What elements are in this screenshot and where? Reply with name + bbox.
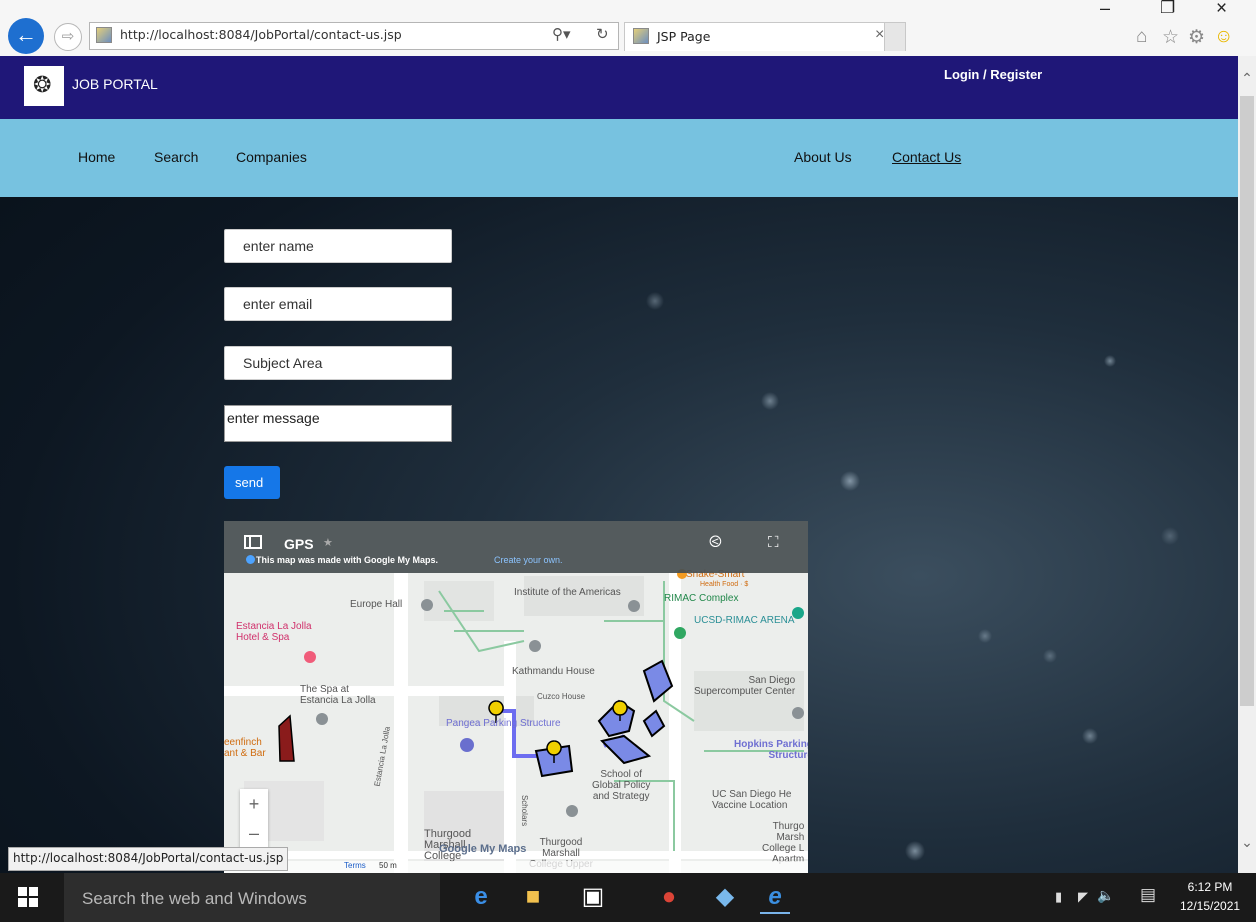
map-label: UC San Diego He Vaccine Location xyxy=(712,789,792,811)
map-label: Hopkins Parking Structure xyxy=(734,739,808,761)
store-icon[interactable]: ▣ xyxy=(578,882,608,912)
file-explorer-icon[interactable]: ■ xyxy=(518,882,548,912)
home-icon[interactable]: ⌂ xyxy=(1136,26,1147,48)
map-label: UCSD-RIMAC ARENA xyxy=(694,615,795,626)
embedded-map[interactable]: Institute of the Americas Europe Hall Es… xyxy=(224,521,808,873)
search-icon[interactable]: ⚲▾ xyxy=(552,25,571,43)
map-label: Institute of the Americas xyxy=(514,587,621,598)
edge-icon[interactable]: e xyxy=(466,882,496,912)
nav-companies[interactable]: Companies xyxy=(236,149,307,165)
map-label: Health Food · $ xyxy=(700,581,749,588)
map-label: Kathmandu House xyxy=(512,666,595,677)
internet-explorer-icon[interactable]: e xyxy=(760,882,790,914)
page-favicon-icon xyxy=(96,27,112,43)
nav-home[interactable]: Home xyxy=(78,149,115,165)
page-viewport: ❂ JOB PORTAL Login / Register Home Searc… xyxy=(0,56,1238,873)
minimize-icon[interactable]: – xyxy=(1100,0,1110,19)
map-label: Cuzco House xyxy=(537,692,586,701)
logo-icon: ❂ xyxy=(33,72,52,97)
message-textarea[interactable]: enter message xyxy=(224,405,452,442)
map-label: eenfinch ant & Bar xyxy=(224,737,266,759)
map-label: RIMAC Complex xyxy=(664,593,739,604)
map-scale: 50 m xyxy=(379,861,397,870)
message-placeholder: enter message xyxy=(227,410,320,426)
scroll-down-icon[interactable]: ⌄ xyxy=(1238,834,1256,852)
map-label: San Diego Supercomputer Center xyxy=(694,675,796,697)
window-close-icon[interactable]: × xyxy=(1216,0,1227,20)
login-register-link[interactable]: Login / Register xyxy=(944,67,1042,82)
scroll-up-icon[interactable]: ⌃ xyxy=(1238,70,1256,88)
email-input[interactable]: enter email xyxy=(224,287,452,321)
subject-placeholder: Subject Area xyxy=(243,355,323,371)
send-label: send xyxy=(235,475,264,490)
new-tab-button[interactable] xyxy=(884,22,906,51)
share-icon[interactable]: ⧀ xyxy=(709,534,722,552)
map-label: Scholars xyxy=(520,794,530,827)
close-icon[interactable]: × xyxy=(875,26,884,44)
subject-input[interactable]: Subject Area xyxy=(224,346,452,380)
map-label: Thurgo Marsh College L Apartm xyxy=(762,821,805,865)
star-icon[interactable]: ☆ xyxy=(1162,26,1179,49)
clock-date[interactable]: 12/15/2021 xyxy=(1180,899,1240,913)
gear-icon[interactable]: ⚙ xyxy=(1188,26,1205,49)
send-button[interactable]: send xyxy=(224,466,280,499)
windows-start-icon[interactable] xyxy=(18,887,38,907)
clock-time[interactable]: 6:12 PM xyxy=(1180,880,1240,894)
status-bar-url: http://localhost:8084/JobPortal/contact-… xyxy=(8,847,289,871)
restore-icon[interactable]: ❐ xyxy=(1160,0,1175,18)
nav-search[interactable]: Search xyxy=(154,149,198,165)
back-icon[interactable]: ← xyxy=(8,18,44,54)
map-header: GPS ★ This map was made with Google My M… xyxy=(224,521,808,573)
taskbar-search-text: Search the web and Windows xyxy=(82,889,307,908)
create-map-link[interactable]: Create your own. xyxy=(494,555,563,565)
map-title: GPS xyxy=(284,536,314,552)
map-subtitle: This map was made with Google My Maps. xyxy=(256,555,439,565)
name-placeholder: enter name xyxy=(243,238,314,254)
nav-contact-us[interactable]: Contact Us xyxy=(892,149,961,165)
forward-icon[interactable]: ⇨ xyxy=(54,23,82,51)
navbar: Home Search Companies About Us Contact U… xyxy=(0,119,1238,197)
sidebar-toggle-icon[interactable] xyxy=(244,535,262,549)
taskbar-search-box[interactable]: Search the web and Windows xyxy=(64,873,440,922)
zoom-in-button[interactable]: + xyxy=(240,789,268,819)
address-bar[interactable]: http://localhost:8084/JobPortal/contact-… xyxy=(89,22,619,50)
scroll-thumb[interactable] xyxy=(1240,96,1254,706)
brand-name[interactable]: JOB PORTAL xyxy=(72,76,158,92)
map-footer: Terms 50 m xyxy=(224,861,808,873)
map-label: Pangea Parking Structure xyxy=(446,718,561,729)
google-logo: Google My Maps xyxy=(439,843,527,855)
zoom-out-button[interactable]: – xyxy=(240,819,268,849)
browser-tab[interactable]: JSP Page × xyxy=(624,22,906,51)
map-label: School of Global Policy and Strategy xyxy=(592,769,651,802)
notification-icon[interactable]: ▤ xyxy=(1140,885,1156,905)
site-header: ❂ JOB PORTAL Login / Register xyxy=(0,56,1238,119)
tab-favicon-icon xyxy=(633,28,649,44)
wifi-icon[interactable]: ◤ xyxy=(1078,889,1088,905)
info-icon xyxy=(246,555,255,564)
map-terms-link[interactable]: Terms xyxy=(344,861,366,870)
virtualbox-icon[interactable]: ◆ xyxy=(710,882,740,912)
map-label: The Spa at Estancia La Jolla xyxy=(300,684,376,706)
name-input[interactable]: enter name xyxy=(224,229,452,263)
volume-icon[interactable]: 🔈 xyxy=(1097,887,1114,904)
map-label: Europe Hall xyxy=(350,599,403,610)
chrome-icon[interactable]: ● xyxy=(654,882,684,912)
vertical-scrollbar[interactable]: ⌃ ⌄ xyxy=(1238,56,1256,873)
fullscreen-icon[interactable]: ⛶ xyxy=(768,534,779,551)
address-url[interactable]: http://localhost:8084/JobPortal/contact-… xyxy=(120,27,402,42)
refresh-icon[interactable]: ↻ xyxy=(596,25,609,43)
map-zoom-controls: + – xyxy=(240,789,268,849)
smiley-icon[interactable]: ☺ xyxy=(1214,26,1233,48)
email-placeholder: enter email xyxy=(243,296,313,312)
taskbar: Search the web and Windows e ■ ▣ ● ◆ e ▮… xyxy=(0,873,1256,922)
star-icon[interactable]: ★ xyxy=(323,536,333,549)
nav-about-us[interactable]: About Us xyxy=(794,149,852,165)
map-label: Estancia La Jolla Hotel & Spa xyxy=(236,621,312,643)
battery-icon[interactable]: ▮ xyxy=(1055,889,1062,905)
site-logo[interactable]: ❂ xyxy=(24,66,64,106)
tab-title: JSP Page xyxy=(657,29,711,44)
browser-chrome: ← ⇨ http://localhost:8084/JobPortal/cont… xyxy=(0,0,1256,56)
